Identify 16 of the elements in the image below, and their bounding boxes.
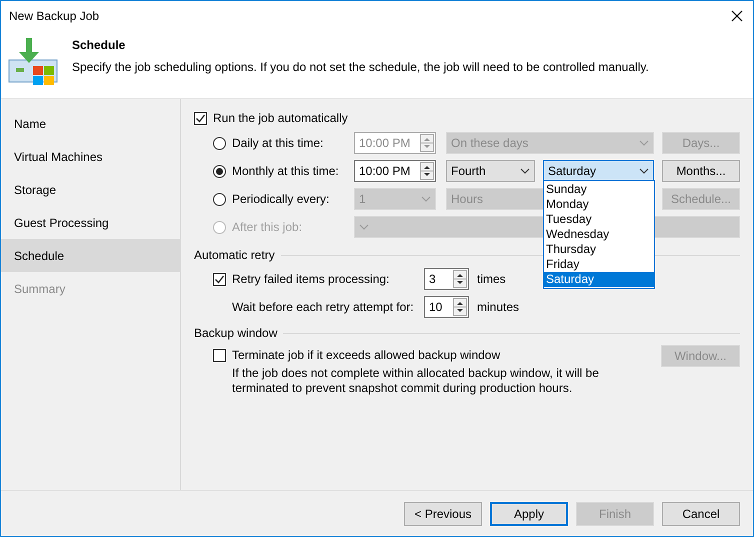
page-description: Specify the job scheduling options. If you do not set the schedule, the job will need to be controlled manually. [72,59,649,76]
section-heading: Backup window [194,325,278,342]
field-label: Wait before each retry attempt for: [231,299,415,316]
radio-label: Monthly at this time: [232,163,339,180]
description-text: If the job does not complete within allocated backup window, it will be terminated to prevent snapshot commit during production hours. [231,366,600,396]
checkbox-label: Terminate job if it exceeds allowed backup window [232,347,500,364]
window-title: New Backup Job [9,8,100,25]
page-title: Schedule [72,37,126,54]
section-heading: Automatic retry [194,247,275,264]
checkbox-label: Retry failed items processing: [232,271,390,288]
radio-label: Daily at this time: [232,135,324,152]
unit-label: minutes [477,299,520,316]
radio-label: After this job: [232,219,302,236]
unit-label: times [477,271,506,288]
radio-label: Periodically every: [232,191,330,208]
checkbox-label: Run the job automatically [213,110,348,127]
